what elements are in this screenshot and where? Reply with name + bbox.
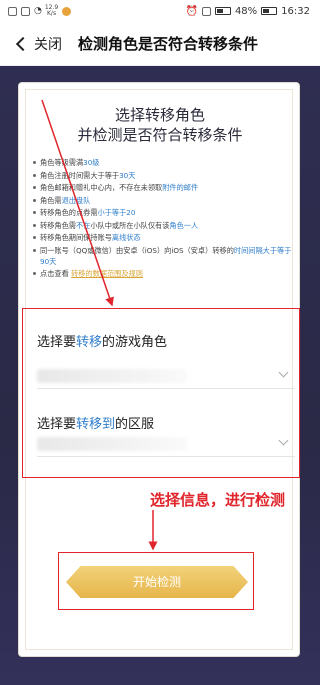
status-bar: ◔ 12.9 K/s ⏰ 48% 16:32 — [0, 0, 320, 22]
dropdown-chevron-icon — [278, 367, 289, 378]
rule-highlight: 不在 — [75, 220, 91, 230]
rule-text: 角色需 — [40, 195, 62, 205]
server-label-pre: 选择要 — [37, 417, 77, 432]
rule-highlight: 30级 — [83, 158, 100, 167]
rule-text: 角色注册时间需大于等于 — [40, 170, 120, 180]
rule-item: 角色邮箱和赠礼中心内，不存在未领取附件的邮件 — [32, 182, 294, 193]
role-label-post: 的游戏角色 — [102, 335, 168, 350]
battery-icon — [214, 7, 231, 15]
network-speed: 12.9 K/s — [45, 5, 58, 17]
rule-highlight: 角色一人 — [169, 220, 199, 230]
rule-highlight: 退出盘队 — [61, 195, 91, 205]
gallery-icon — [21, 6, 30, 16]
rule-item: 同一账号（QQ或微信）由安卓（iOS）向iOS（安卓）转移的时间间隔大于等于90… — [32, 245, 294, 267]
app-notification-icon — [62, 6, 72, 16]
rule-item: 角色等级需满30级 — [32, 157, 294, 168]
rule-text: 角色邮箱和赠礼中心内，不存在未领取 — [40, 183, 163, 192]
rule-text: 点击查看 — [40, 269, 72, 278]
battery-level: 48% — [234, 5, 258, 17]
rule-highlight: 附件的邮件 — [162, 183, 199, 192]
dropdown-chevron-icon — [278, 435, 289, 446]
rule-highlight: 30天 — [119, 170, 136, 180]
card-title-line1: 选择转移角色 — [114, 106, 205, 124]
rule-text: 角色等级需满 — [40, 158, 84, 167]
vibrate-icon — [201, 6, 211, 16]
back-chevron-icon — [15, 36, 31, 51]
network-speed-unit: K/s — [46, 10, 57, 17]
close-label: 关闭 — [34, 36, 62, 53]
role-label-highlight: 转移 — [76, 335, 103, 350]
role-select-dropdown[interactable] — [37, 363, 295, 389]
rule-highlight: 小于等于20 — [97, 208, 136, 217]
server-select-dropdown[interactable] — [37, 431, 295, 457]
battery-outline-icon — [261, 7, 278, 15]
server-selected-value-blurred — [37, 437, 187, 451]
role-selected-value-blurred — [37, 369, 187, 383]
clock: 16:32 — [281, 5, 310, 17]
rule-item: 转移角色需不在小队中或所在小队仅有该角色一人 — [32, 220, 294, 231]
status-bar-right: ⏰ 48% 16:32 — [185, 6, 310, 17]
nav-bar: 关闭 检测角色是否符合转移条件 — [0, 22, 320, 66]
server-label-highlight: 转移到 — [76, 417, 116, 432]
rules-detail-link[interactable]: 转移的数据范围及规则 — [71, 269, 143, 278]
rule-text: 转移角色需 — [40, 220, 76, 230]
rule-item: 角色注册时间需大于等于30天 — [32, 170, 294, 181]
selection-highlight-box: 选择要转移的游戏角色 选择要转移到的区服 — [22, 308, 300, 478]
server-label-post: 的区服 — [115, 417, 155, 432]
role-label-pre: 选择要 — [37, 335, 77, 350]
wifi-icon: ◔ — [34, 6, 42, 16]
rule-item: 转移角色的点券需小于等于20 — [32, 207, 294, 218]
rule-item: 点击查看 转移的数据范围及规则 — [32, 268, 294, 279]
start-check-button[interactable]: 开始检测 — [66, 566, 248, 598]
status-bar-left: ◔ 12.9 K/s — [8, 5, 72, 17]
rule-text: 小队中或所在小队仅有该 — [90, 220, 170, 230]
rule-text: 转移角色期间保持账号 — [40, 233, 112, 242]
annotation-text: 选择信息，进行检测 — [150, 491, 286, 509]
rule-text: 同一账号（QQ或微信）由安卓（iOS）向iOS（安卓）转移的 — [40, 245, 234, 255]
close-button[interactable]: 关闭 — [0, 34, 78, 54]
card-title-line2: 并检测是否符合转移条件 — [77, 126, 243, 144]
notification-icon — [8, 6, 17, 16]
alarm-icon: ⏰ — [185, 5, 198, 17]
server-select-label: 选择要转移到的区服 — [37, 413, 154, 432]
rule-text: 转移角色的点券需 — [40, 208, 98, 217]
rule-item: 转移角色期间保持账号离线状态 — [32, 232, 294, 243]
rule-item: 角色需退出盘队 — [32, 195, 294, 206]
page-title: 检测角色是否符合转移条件 — [78, 35, 259, 53]
transfer-rules-list: 角色等级需满30级 角色注册时间需大于等于30天 角色邮箱和赠礼中心内，不存在未领取… — [32, 157, 294, 281]
role-select-label: 选择要转移的游戏角色 — [37, 331, 167, 350]
rule-highlight: 离线状态 — [111, 233, 141, 242]
